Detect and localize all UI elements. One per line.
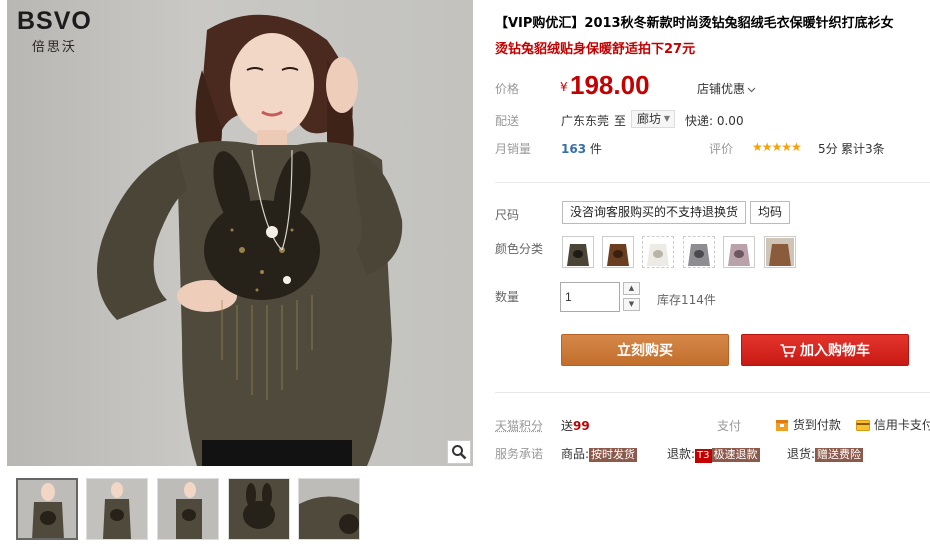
color-swatch-camel[interactable] (764, 236, 796, 268)
product-title: 【VIP购优汇】2013秋冬新款时尚烫钻兔貂绒毛衣保暖针织打底衫女 (495, 16, 894, 31)
chevron-down-icon (747, 87, 756, 92)
buy-now-button[interactable]: 立刻购买 (561, 334, 729, 366)
quantity-label: 数量 (495, 290, 520, 304)
size-label: 尺码 (495, 208, 520, 222)
service-goods: 商品: 按时发货 (561, 445, 638, 462)
card-label: 信用卡支付 (873, 418, 930, 432)
shop-discount-label: 店铺优惠 (697, 82, 746, 96)
service-goods-label: 商品: (561, 447, 590, 461)
thumbnail[interactable] (228, 478, 290, 540)
fast-refund-badge[interactable]: 极速退款 (711, 448, 760, 462)
card-icon (856, 420, 870, 431)
return-insurance-badge[interactable]: 赠送费险 (815, 448, 864, 462)
ship-to-word: 至 (614, 114, 627, 128)
size-option-notice[interactable]: 没咨询客服购买的不支持退换货 (562, 201, 747, 224)
express-fee: 快递: 0.00 (685, 114, 744, 128)
size-option-one-size[interactable]: 均码 (750, 201, 791, 224)
rating-stars: ★★★★★ (752, 140, 802, 154)
divider (495, 182, 930, 183)
currency-symbol: ¥ (560, 80, 568, 94)
quantity-increase-button[interactable]: ▲ (623, 282, 640, 295)
color-swatch-gray[interactable] (683, 236, 715, 268)
service-label: 服务承诺 (495, 447, 544, 461)
zoom-icon (452, 445, 467, 460)
service-return-label: 退货: (787, 447, 816, 461)
cod-label: 货到付款 (792, 418, 841, 432)
color-swatch-white[interactable] (642, 236, 674, 268)
color-swatch-pink[interactable] (723, 236, 755, 268)
quantity-decrease-button[interactable]: ▼ (623, 298, 640, 311)
zoom-button[interactable] (447, 440, 471, 464)
thumbnail[interactable] (157, 478, 219, 540)
product-subtitle: 烫钻兔貂绒贴身保暖舒适拍下27元 (495, 42, 696, 57)
brand-name-cn: 倍思沃 (31, 40, 77, 55)
ship-from: 广东东莞 (561, 114, 610, 128)
price-label: 价格 (495, 82, 520, 96)
add-to-cart-button[interactable]: 加入购物车 (741, 334, 909, 366)
destination-select[interactable]: 廊坊 ▼ (631, 110, 675, 128)
payment-cod: 货到付款 (775, 416, 841, 433)
thumbnail[interactable] (298, 478, 360, 540)
color-swatch-coffee[interactable] (602, 236, 634, 268)
points-value: 99 (573, 419, 590, 433)
destination-value: 廊坊 (637, 112, 662, 126)
add-to-cart-label: 加入购物车 (800, 343, 870, 359)
divider (495, 392, 930, 393)
price-value: 198.00 (570, 70, 650, 100)
shipping-label: 配送 (495, 114, 520, 128)
monthly-sales-count: 163 (561, 142, 587, 156)
service-refund: 退款: T3 极速退款 (667, 445, 760, 463)
brand-logo: BSVO 倍思沃 (17, 8, 92, 55)
monthly-sales-unit: 件 (589, 142, 602, 156)
cart-icon (780, 344, 797, 358)
thumbnail[interactable] (16, 478, 78, 540)
rating-score: 5分 (818, 142, 838, 156)
color-swatch-army-green[interactable] (562, 236, 594, 268)
chevron-down-icon: ▼ (663, 114, 670, 123)
color-label: 颜色分类 (495, 242, 544, 256)
service-refund-label: 退款: (667, 447, 696, 461)
stock-count: 库存114件 (657, 293, 716, 307)
main-product-image[interactable]: BSVO 倍思沃 (7, 0, 473, 466)
model-photo (97, 14, 403, 466)
thumbnail-strip (7, 466, 473, 548)
payment-credit-card: 信用卡支付 (856, 416, 930, 433)
buy-now-label: 立刻购买 (617, 343, 673, 359)
rating-label: 评价 (709, 142, 734, 156)
thumbnail[interactable] (86, 478, 148, 540)
tmall-points-link[interactable]: 天猫积分 (495, 417, 543, 434)
shop-discount-dropdown[interactable]: 店铺优惠 (697, 80, 756, 97)
monthly-sales-label: 月销量 (495, 142, 532, 156)
t3-badge: T3 (695, 449, 712, 463)
points-prefix: 送 (561, 419, 574, 433)
rating-total-link[interactable]: 累计3条 (841, 140, 885, 157)
service-return: 退货: 赠送费险 (787, 445, 864, 462)
on-time-delivery-badge[interactable]: 按时发货 (589, 448, 638, 462)
cod-icon (776, 420, 788, 431)
payment-label: 支付 (717, 419, 742, 433)
quantity-input[interactable]: 1 (560, 282, 620, 312)
brand-name: BSVO (17, 7, 92, 35)
